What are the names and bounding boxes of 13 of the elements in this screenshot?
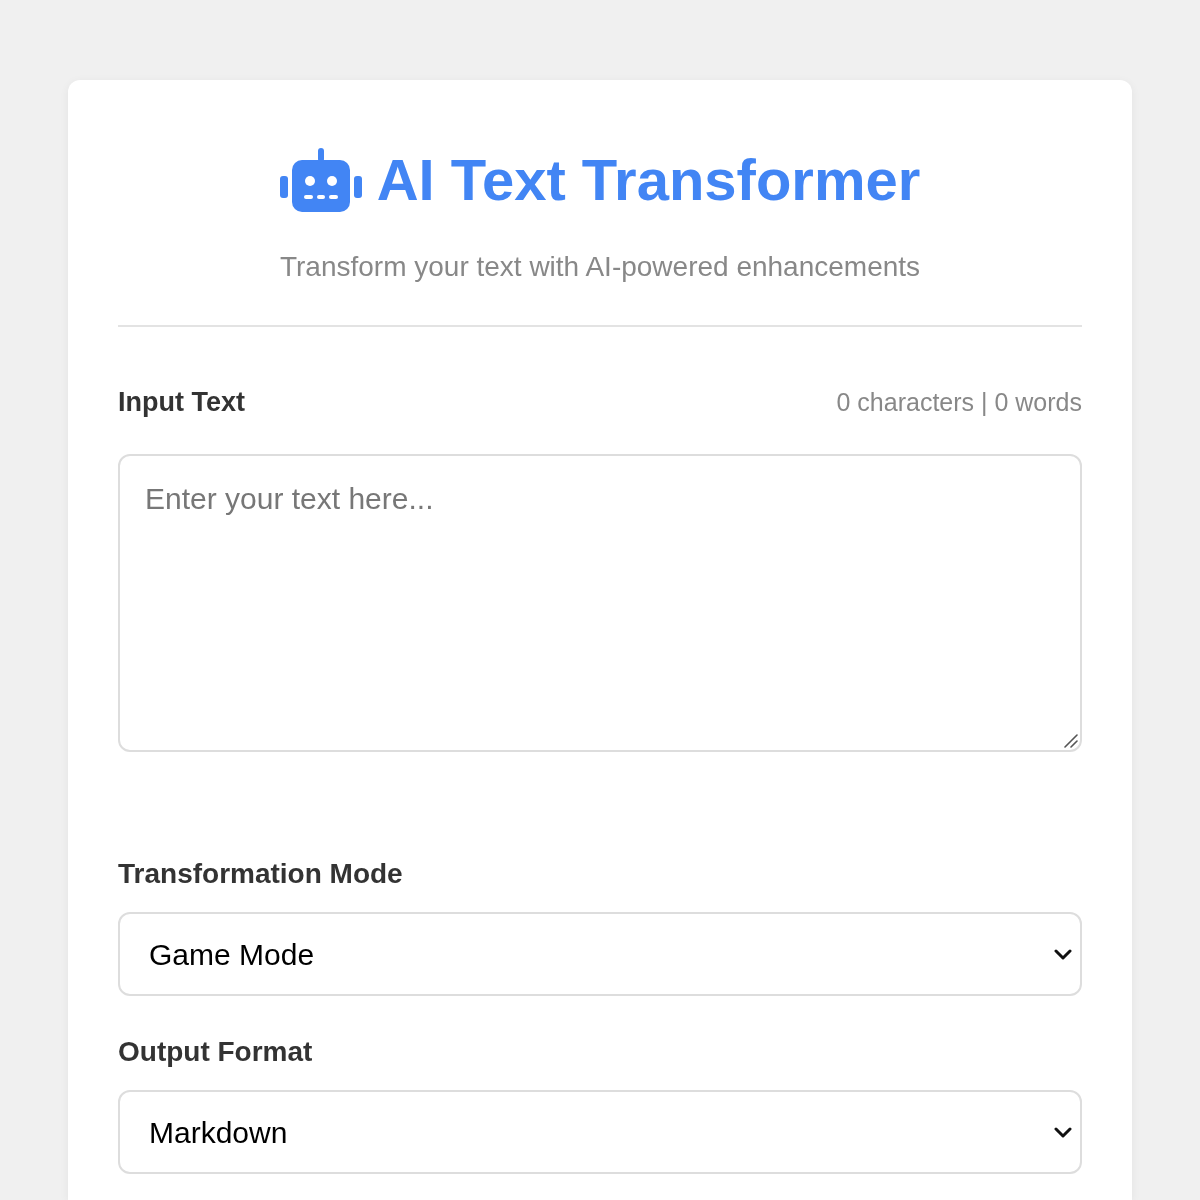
chevron-down-icon: [1054, 948, 1072, 960]
chevron-down-icon: [1054, 1126, 1072, 1138]
robot-icon: [279, 148, 362, 212]
field-label: Output Format: [118, 1035, 314, 1069]
input-label: Input Text: [118, 386, 245, 419]
dropdown-select[interactable]: Game Mode: [118, 912, 1082, 996]
dropdown-select[interactable]: Markdown: [118, 1090, 1082, 1174]
app-subtitle: Transform your text with AI-powered enhancements: [278, 250, 922, 284]
resize-handle-icon[interactable]: [1064, 734, 1078, 748]
field-label: Transformation Mode: [118, 857, 404, 891]
app-title: AI Text Transformer: [376, 146, 921, 214]
input-text-area[interactable]: Enter your text here...: [118, 454, 1082, 752]
character-counter: 0 characters | 0 words: [836, 387, 1082, 418]
